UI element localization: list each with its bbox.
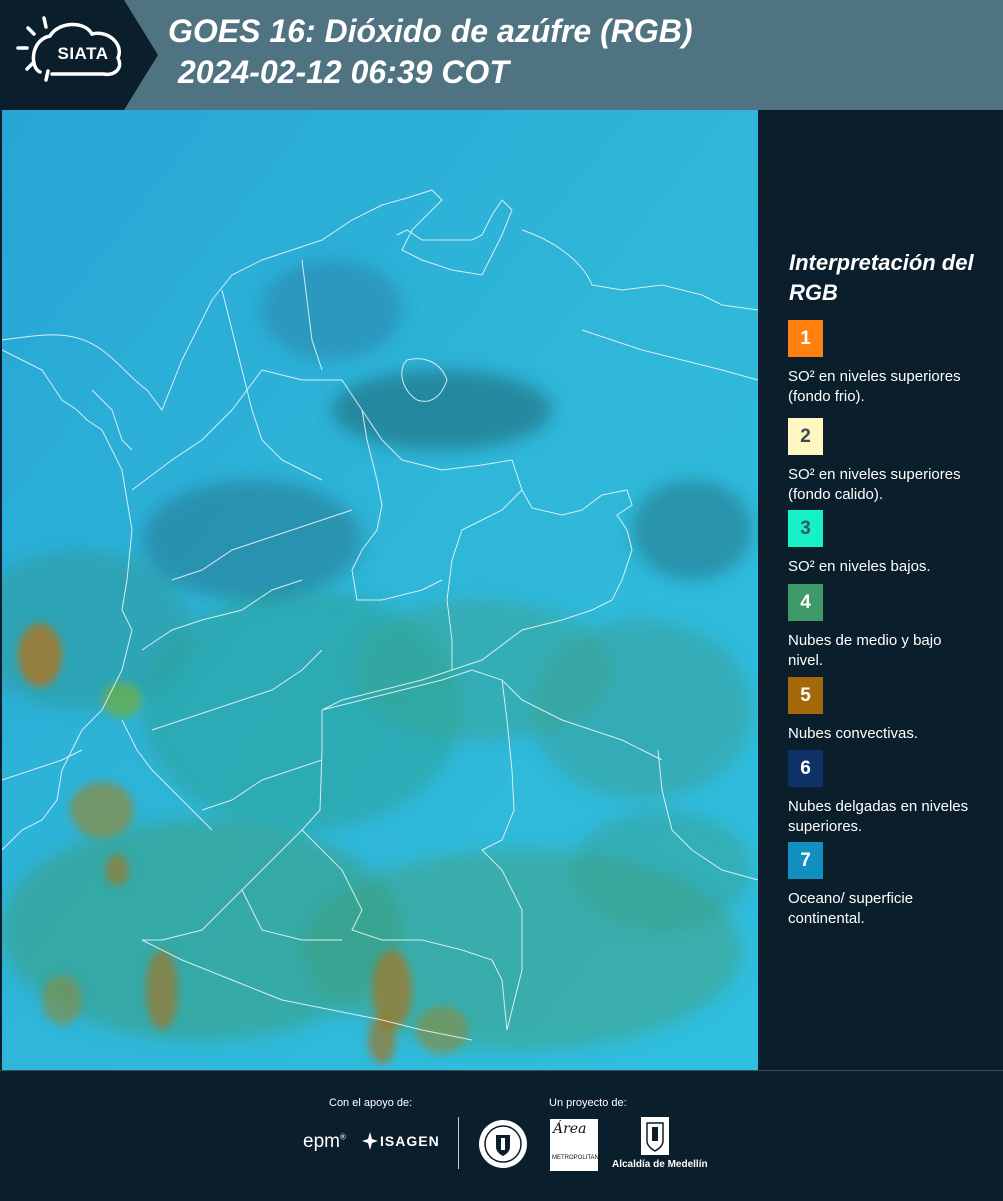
legend-swatch-5: 5 (788, 677, 823, 714)
legend-item-4: 4 Nubes de medio y bajo nivel. (788, 584, 988, 671)
isagen-logo-text: ISAGEN (380, 1133, 440, 1149)
timestamp: 2024-02-12 06:39 COT (178, 54, 509, 90)
legend-item-2: 2 SO² en niveles superiores (fondo calid… (788, 418, 988, 505)
legend-swatch-2: 2 (788, 418, 823, 455)
legend-item-7: 7 Oceano/ superficie continental. (788, 842, 988, 929)
isagen-mark-icon (362, 1132, 378, 1150)
legend-swatch-4: 4 (788, 584, 823, 621)
legend-item-5: 5 Nubes convectivas. (788, 677, 988, 744)
area-logo-caption: METROPOLITANA (552, 1155, 603, 1161)
page-title: GOES 16: Dióxido de azúfre (RGB) (168, 13, 693, 49)
area-logo-script: Área (553, 1121, 587, 1137)
epm-logo-text: epm (303, 1131, 340, 1152)
footer-sponsors: Con el apoyo de: Un proyecto de: epm® IS… (0, 1070, 1003, 1201)
legend-label-4: Nubes de medio y bajo nivel. (788, 632, 942, 669)
legend-swatch-7: 7 (788, 842, 823, 879)
medellin-seal-icon (479, 1120, 527, 1168)
legend-title: Interpretación del RGB (789, 250, 974, 305)
legend-item-6: 6 Nubes delgadas en niveles superiores. (788, 750, 988, 837)
legend-label-5: Nubes convectivas. (788, 725, 919, 742)
legend-swatch-6: 6 (788, 750, 823, 787)
legend-label-2: SO² en niveles superiores (fondo calido)… (788, 466, 961, 503)
legend-item-1: 1 SO² en niveles superiores (fondo frio)… (788, 320, 988, 407)
siata-logo: SIATA (0, 0, 158, 110)
legend-label-1: SO² en niveles superiores (fondo frio). (788, 368, 961, 405)
legend-label-6: Nubes delgadas en niveles superiores. (788, 798, 969, 835)
project-caption: Un proyecto de: (549, 1097, 627, 1109)
legend-panel: Interpretación del RGB 1 SO² en niveles … (760, 110, 1003, 1070)
legend-item-3: 3 SO² en niveles bajos. (788, 510, 988, 577)
support-caption: Con el apoyo de: (329, 1097, 413, 1109)
isagen-logo: ISAGEN (362, 1132, 440, 1150)
logo-text: SIATA (57, 44, 109, 63)
legend-swatch-3: 3 (788, 510, 823, 547)
alcaldia-text: Alcaldía de Medellín (612, 1159, 708, 1170)
header-bar: SIATA GOES 16: Dióxido de azúfre (RGB) 2… (0, 0, 1003, 110)
satellite-map (2, 110, 758, 1070)
legend-swatch-1: 1 (788, 320, 823, 357)
legend-label-7: Oceano/ superficie continental. (788, 890, 914, 927)
epm-logo: epm® (303, 1131, 346, 1152)
legend-label-3: SO² en niveles bajos. (788, 558, 931, 575)
alcaldia-crest-icon (641, 1117, 669, 1155)
footer-divider (458, 1117, 459, 1169)
